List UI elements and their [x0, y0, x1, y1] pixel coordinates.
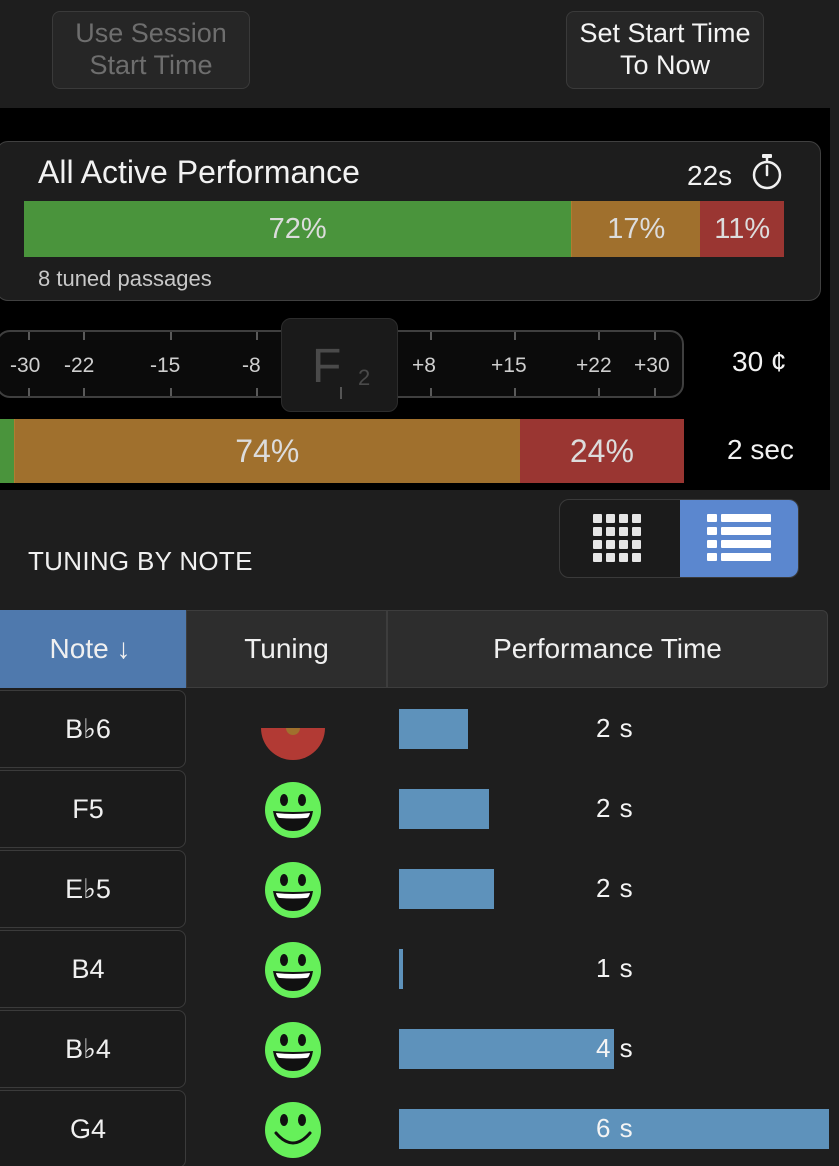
grin-face-icon	[265, 862, 321, 918]
tick-mark	[430, 332, 432, 340]
tick-label: -30	[10, 354, 41, 377]
performance-card[interactable]: All Active Performance 22s 72% 17% 11% 8…	[0, 141, 821, 301]
grin-face-icon	[265, 942, 321, 998]
tick-label: +15	[491, 354, 527, 377]
section-title: TUNING BY NOTE	[28, 546, 253, 576]
note-cell[interactable]: B4	[0, 930, 186, 1008]
tick-mark	[514, 388, 516, 396]
performance-time-label: 2 s	[596, 873, 634, 903]
table-row[interactable]: G4 6 s	[0, 1089, 839, 1166]
top-bar: Use Session Start Time Set Start Time To…	[0, 0, 839, 108]
slightly-off-segment: 17%	[571, 201, 701, 257]
tick-mark	[83, 332, 85, 340]
performance-bar: 72% 17% 11%	[24, 201, 784, 257]
current-passage-bar: 74% 24%	[0, 419, 684, 483]
set-now-label-line2: To Now	[619, 50, 711, 80]
view-toggle	[559, 499, 799, 578]
tick-mark	[654, 388, 656, 396]
note-letter: F	[312, 340, 342, 393]
tick-mark	[654, 332, 656, 340]
cents-tolerance[interactable]: 30 ¢	[732, 346, 787, 378]
tick-mark	[170, 388, 172, 396]
tick-mark	[170, 332, 172, 340]
performance-time-bar	[399, 709, 468, 749]
grin-face-icon	[265, 1022, 321, 1078]
tick-label: -8	[242, 354, 261, 377]
tick-mark	[598, 332, 600, 340]
note-octave: 2	[358, 365, 371, 390]
tick-mark	[83, 388, 85, 396]
performance-title: All Active Performance	[38, 154, 360, 190]
set-start-time-to-now-button[interactable]: Set Start Time To Now	[566, 11, 764, 89]
tick-mark	[28, 332, 30, 340]
tick-mark	[256, 388, 258, 396]
tick-mark	[598, 388, 600, 396]
tick-mark	[256, 332, 258, 340]
tick-label: -15	[150, 354, 181, 377]
use-session-label-line1: Use Session	[75, 18, 227, 48]
tick-mark	[514, 332, 516, 340]
use-session-label-line2: Start Time	[89, 50, 213, 80]
table-row[interactable]: F5 2 s	[0, 769, 839, 849]
performance-time-bar	[399, 949, 403, 989]
performance-time-bar	[399, 789, 489, 829]
passage-duration[interactable]: 2 sec	[727, 434, 794, 466]
note-cell[interactable]: G4	[0, 1090, 186, 1166]
grid-view-button[interactable]	[560, 500, 680, 577]
slightly-off-segment: 74%	[13, 419, 520, 483]
pitch-needle	[340, 387, 342, 399]
list-icon	[707, 514, 771, 561]
out-of-tune-segment: 11%	[700, 201, 784, 257]
tuning-column-header[interactable]: Tuning	[186, 610, 387, 688]
table-row[interactable]: B4 1 s	[0, 929, 839, 1009]
note-cell[interactable]: E♭5	[0, 850, 186, 928]
use-session-start-time-button[interactable]: Use Session Start Time	[52, 11, 250, 89]
performance-time-label: 6 s	[596, 1113, 634, 1143]
performance-time-column-header[interactable]: Performance Time	[387, 610, 828, 688]
table-row[interactable]: B♭6 2 s	[0, 689, 839, 769]
performance-time-label: 4 s	[596, 1033, 634, 1063]
set-now-label-line1: Set Start Time	[579, 18, 751, 48]
note-column-header[interactable]: Note ↓	[0, 610, 186, 688]
tick-label: +30	[634, 354, 670, 377]
smile-face-icon	[265, 1102, 321, 1158]
performance-time-bar	[399, 1029, 614, 1069]
in-tune-segment: 72%	[24, 201, 572, 257]
grid-icon	[593, 514, 641, 562]
tick-label: -22	[64, 354, 95, 377]
note-cell[interactable]: F5	[0, 770, 186, 848]
out-of-tune-segment: 24%	[519, 419, 684, 483]
performance-elapsed: 22s	[687, 160, 733, 191]
in-tune-segment	[0, 419, 14, 483]
grin-face-icon	[265, 782, 321, 838]
table-row[interactable]: E♭5 2 s	[0, 849, 839, 929]
performance-time-label: 1 s	[596, 953, 634, 983]
tick-label: +22	[576, 354, 612, 377]
tick-mark	[28, 388, 30, 396]
tick-label: +8	[412, 354, 436, 377]
table-row[interactable]: B♭4 4 s	[0, 1009, 839, 1089]
performance-time-label: 2 s	[596, 793, 634, 823]
red-partial-icon	[261, 728, 325, 760]
performance-time-label: 2 s	[596, 713, 634, 743]
tick-mark	[430, 388, 432, 396]
note-cell[interactable]: B♭6	[0, 690, 186, 768]
note-cell[interactable]: B♭4	[0, 1010, 186, 1088]
stopwatch-icon[interactable]	[749, 153, 785, 191]
tuned-passages-count: 8 tuned passages	[38, 266, 212, 291]
list-view-button[interactable]	[680, 500, 798, 577]
detected-note-indicator: F 2	[281, 318, 398, 412]
performance-time-bar	[399, 869, 494, 909]
